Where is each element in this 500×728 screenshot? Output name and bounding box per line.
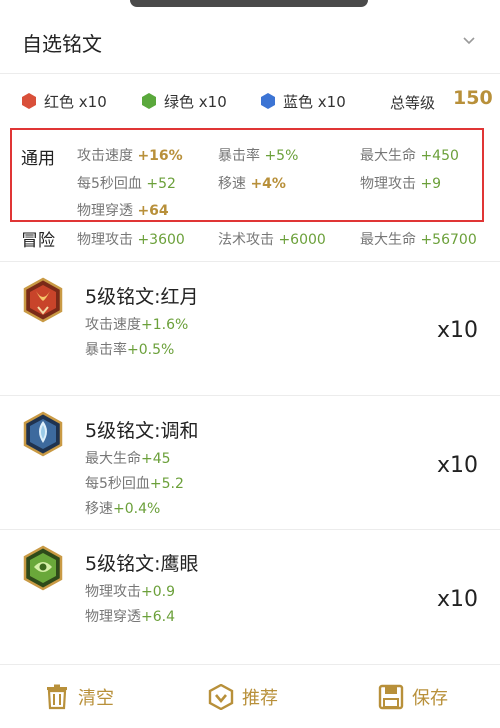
save-button[interactable]: 保存 xyxy=(378,684,448,710)
stat-physical-attack: 物理攻击 +9 xyxy=(360,176,442,192)
rune-name: 5级铭文:红月 xyxy=(85,286,199,308)
stats-panel: 通用 攻击速度 +16% 暴击率 +5% 最大生命 +450 每5秒回血 +52… xyxy=(0,128,500,262)
rune-attr: 最大生命+45 xyxy=(85,451,171,467)
rune-attr: 攻击速度+1.6% xyxy=(85,317,189,333)
rune-count: x10 xyxy=(436,587,478,612)
rune-attr: 暴击率+0.5% xyxy=(85,342,175,358)
blue-rune-icon xyxy=(23,411,63,457)
clear-button[interactable]: 清空 xyxy=(44,684,114,710)
adv-max-hp: 最大生命 +56700 xyxy=(360,232,477,248)
page-title: 自选铭文 xyxy=(22,32,102,56)
stat-crit-rate: 暴击率 +5% xyxy=(218,148,299,164)
adv-magic-attack: 法术攻击 +6000 xyxy=(218,232,326,248)
blue-count: 蓝色 x10 xyxy=(259,90,346,112)
chevron-down-icon[interactable] xyxy=(462,34,476,48)
rune-count: x10 xyxy=(436,453,478,478)
rune-attr: 移速+0.4% xyxy=(85,501,161,517)
rune-attr: 每5秒回血+5.2 xyxy=(85,476,184,492)
stat-max-hp: 最大生命 +450 xyxy=(360,148,459,164)
adv-physical-attack: 物理攻击 +3600 xyxy=(77,232,185,248)
general-section-title: 通用 xyxy=(21,149,55,169)
header: 自选铭文 xyxy=(0,0,500,74)
trash-icon xyxy=(47,684,67,710)
rune-count: x10 xyxy=(436,318,478,343)
red-rune-icon xyxy=(23,277,63,323)
rune-attr: 物理攻击+0.9 xyxy=(85,584,175,600)
footer-bar: 清空 推荐 保存 xyxy=(0,664,500,728)
green-count: 绿色 x10 xyxy=(140,90,227,112)
recommend-button[interactable]: 推荐 xyxy=(208,684,278,710)
save-icon xyxy=(378,684,404,710)
green-hexagon-icon xyxy=(142,93,156,109)
stat-hp-regen: 每5秒回血 +52 xyxy=(77,176,176,192)
green-rune-icon xyxy=(23,545,63,591)
stat-attack-speed: 攻击速度 +16% xyxy=(77,148,183,164)
rune-name: 5级铭文:鹰眼 xyxy=(85,553,199,575)
shield-check-icon xyxy=(208,684,234,710)
total-level-value: 150 xyxy=(453,87,493,109)
stat-physical-pen: 物理穿透 +64 xyxy=(77,203,169,219)
red-hexagon-icon xyxy=(22,93,36,109)
rune-item-harmony[interactable]: 5级铭文:调和 最大生命+45 每5秒回血+5.2 移速+0.4% x10 xyxy=(0,397,500,530)
rune-item-red-moon[interactable]: 5级铭文:红月 攻击速度+1.6% 暴击率+0.5% x10 xyxy=(0,263,500,396)
total-level-label: 总等级 xyxy=(390,94,436,112)
stat-move-speed: 移速 +4% xyxy=(218,176,286,192)
rune-name: 5级铭文:调和 xyxy=(85,420,199,442)
rune-item-eagle-eye[interactable]: 5级铭文:鹰眼 物理攻击+0.9 物理穿透+6.4 x10 xyxy=(0,531,500,664)
color-summary: 红色 x10 绿色 x10 蓝色 x10 总等级 150 xyxy=(0,74,500,126)
red-count: 红色 x10 xyxy=(20,90,107,112)
rune-attr: 物理穿透+6.4 xyxy=(85,609,175,625)
adventure-section-title: 冒险 xyxy=(21,231,55,251)
blue-hexagon-icon xyxy=(261,93,275,109)
